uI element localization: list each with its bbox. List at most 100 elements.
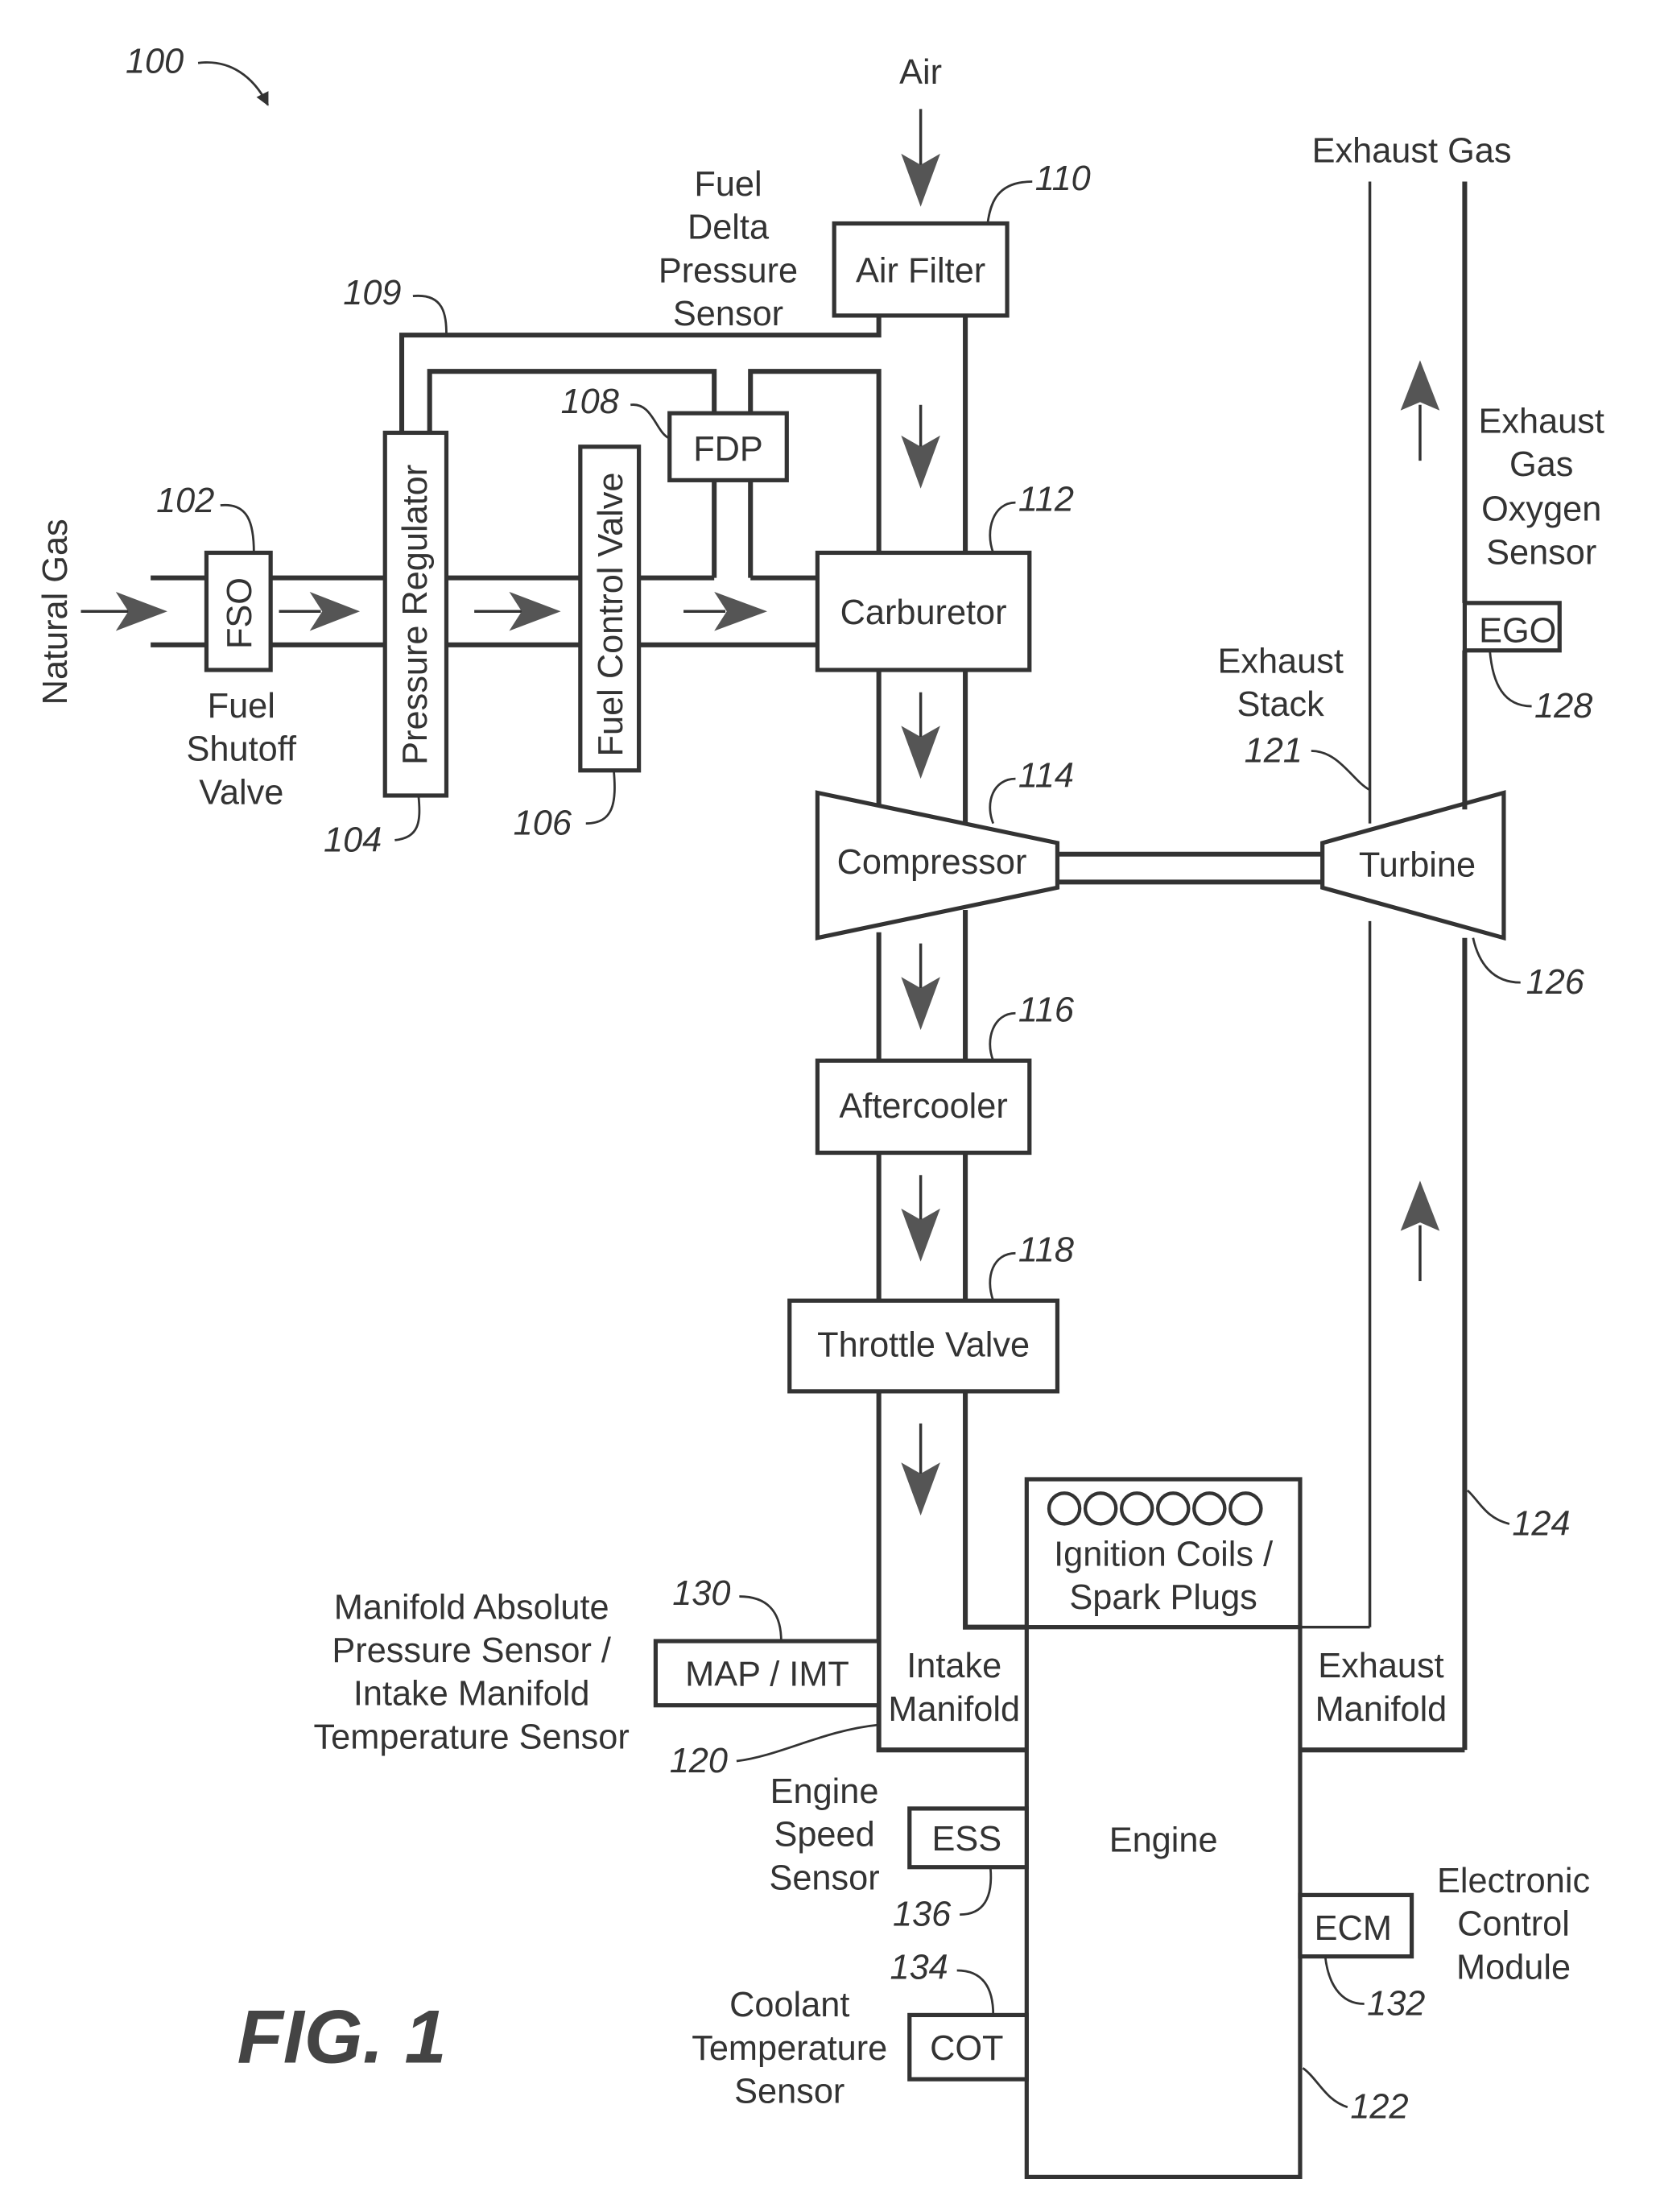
engine-system-diagram: 100 FIG. 1 Natural Gas FSO 102 Fuel Shut…: [36, 42, 1604, 2180]
ref-102: 102: [156, 482, 214, 520]
system-leader-arrow-icon: [197, 61, 269, 106]
ref-132: 132: [1367, 1984, 1425, 2023]
exhaust-manifold-name-line: Manifold: [1315, 1690, 1447, 1729]
ref-136: 136: [893, 1896, 952, 1934]
ecm-name-line: Module: [1456, 1948, 1571, 1987]
carburetor: Carburetor 112: [815, 480, 1074, 672]
fdp-abbr: FDP: [693, 430, 763, 469]
map-imt-name-line: Manifold Absolute: [334, 1588, 609, 1627]
intake-manifold-name-line: Manifold: [888, 1690, 1020, 1729]
ref-121: 121: [1245, 731, 1303, 770]
fdp-name-line: Sensor: [673, 295, 783, 333]
flow-arrow-icon: [81, 591, 167, 631]
flow-arrow-icon: [901, 109, 940, 207]
flow-arrow-icon: [901, 1423, 940, 1516]
exhaust-manifold: Exhaust Manifold 124: [1299, 1489, 1571, 1753]
ecm-abbr: ECM: [1315, 1909, 1392, 1948]
coil-icon: [1156, 1491, 1191, 1526]
intake-duct: [876, 315, 1027, 1647]
flow-arrow-icon: [901, 692, 940, 779]
coil-icon: [1047, 1491, 1082, 1526]
map-imt-name-line: Temperature Sensor: [314, 1718, 630, 1756]
ego-name-line: Sensor: [1486, 533, 1596, 572]
coil-icon: [1083, 1491, 1118, 1526]
turbine-label: Turbine: [1359, 846, 1476, 884]
exhaust-stack-label: Exhaust Stack 121: [1217, 642, 1371, 792]
flow-arrow-icon: [474, 591, 561, 631]
ref-109: 109: [343, 274, 401, 312]
fso-name-line: Shutoff: [187, 730, 297, 769]
map-imt-abbr: MAP / IMT: [685, 1655, 849, 1693]
system-reference: 100: [126, 42, 269, 106]
fso-name-line: Valve: [199, 773, 283, 812]
ref-130: 130: [672, 1574, 730, 1613]
exhaust-manifold-name-line: Exhaust: [1318, 1647, 1443, 1685]
figure-title: FIG. 1: [237, 1994, 447, 2078]
cot-name-line: Sensor: [734, 2073, 844, 2111]
ref-134: 134: [890, 1948, 948, 1987]
exhaust-stack: [1299, 181, 1468, 1751]
ref-116: 116: [1018, 991, 1075, 1030]
fso-abbr: FSO: [221, 577, 259, 649]
flow-arrow-icon: [901, 1175, 940, 1262]
coil-icon: [1228, 1491, 1263, 1526]
ref-100: 100: [126, 42, 184, 81]
ref-104: 104: [324, 821, 382, 859]
fdp-name-line: Fuel: [694, 165, 762, 204]
natural-gas-label: Natural Gas: [36, 519, 75, 705]
flow-arrow-icon: [1400, 1180, 1440, 1281]
ess-name-line: Engine: [770, 1772, 879, 1811]
aftercooler-label: Aftercooler: [839, 1087, 1007, 1126]
fdp-name-line: Pressure: [659, 251, 798, 290]
throttle-valve-label: Throttle Valve: [817, 1326, 1030, 1365]
ignition-name-line: Spark Plugs: [1069, 1578, 1257, 1617]
cot-name-line: Temperature: [692, 2029, 887, 2068]
ref-108: 108: [561, 382, 619, 421]
ego-abbr: EGO: [1479, 611, 1556, 650]
ess-name-line: Sensor: [769, 1858, 879, 1897]
flow-arrow-icon: [901, 404, 940, 489]
engine-label: Engine: [1109, 1821, 1218, 1860]
turbo-shaft: [1057, 851, 1323, 885]
map-imt-name-line: Intake Manifold: [353, 1675, 590, 1714]
turbine: Turbine 126: [1320, 790, 1585, 1002]
ego-name-line: Oxygen: [1481, 490, 1601, 529]
ess-abbr: ESS: [931, 1820, 1001, 1858]
ignition-name-line: Ignition Coils /: [1054, 1535, 1274, 1573]
ref-128: 128: [1534, 687, 1592, 726]
ref-124: 124: [1512, 1504, 1570, 1543]
ref-110: 110: [1035, 159, 1091, 198]
exhaust-gas-oxygen-sensor: EGO 128 Exhaust Gas Oxygen Sensor: [1462, 402, 1604, 726]
ref-114: 114: [1018, 757, 1074, 796]
ref-126: 126: [1526, 963, 1585, 1002]
ignition-coils-spark-plugs: Ignition Coils / Spark Plugs: [1024, 1477, 1303, 1630]
ecm-name-line: Control: [1457, 1905, 1570, 1944]
fuel-control-valve-label: Fuel Control Valve: [592, 472, 630, 756]
electronic-control-module: ECM 132 Electronic Control Module: [1298, 1862, 1590, 2023]
fuel-delta-pressure-sensor: FDP 108 Fuel Delta Pressure Sensor: [561, 165, 798, 482]
coil-icon: [1192, 1491, 1227, 1526]
ess-name-line: Speed: [774, 1816, 874, 1854]
compressor: Compressor 114: [815, 757, 1074, 941]
exhaust-stack-name-line: Exhaust: [1217, 642, 1343, 680]
map-imt-name-line: Pressure Sensor /: [332, 1631, 611, 1670]
carburetor-label: Carburetor: [840, 593, 1007, 632]
engine-speed-sensor: ESS 136 Engine Speed Sensor: [769, 1772, 1029, 1934]
coil-icon: [1119, 1491, 1154, 1526]
ref-118: 118: [1018, 1231, 1074, 1270]
ref-106: 106: [514, 804, 572, 842]
air-label: Air: [899, 53, 942, 92]
coolant-temperature-sensor: COT 134 Coolant Temperature Sensor: [692, 1948, 1029, 2111]
air-filter: Air Filter 110: [832, 159, 1091, 318]
ego-name-line: Exhaust: [1478, 402, 1604, 440]
pressure-regulator-label: Pressure Regulator: [396, 465, 435, 765]
ecm-name-line: Electronic: [1437, 1862, 1590, 1900]
ego-name-line: Gas: [1509, 445, 1573, 484]
cot-abbr: COT: [930, 2029, 1003, 2068]
ref-122: 122: [1350, 2088, 1408, 2127]
flow-arrow-icon: [683, 591, 768, 631]
map-imt-sensor: MAP / IMT 130 Manifold Absolute Pressure…: [314, 1574, 882, 1756]
cot-name-line: Coolant: [729, 1986, 849, 2024]
exhaust-gas-label: Exhaust Gas: [1312, 131, 1512, 170]
flow-arrow-icon: [1400, 360, 1440, 461]
